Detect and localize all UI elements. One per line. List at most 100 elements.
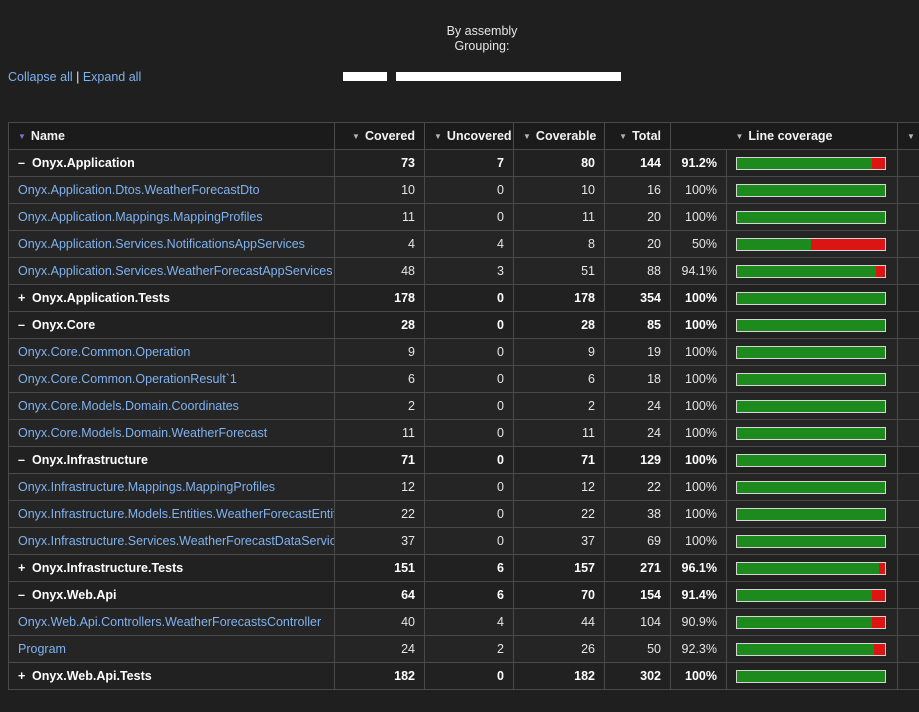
- expand-icon[interactable]: +: [18, 561, 32, 575]
- class-name-cell: Onyx.Core.Common.Operation: [8, 338, 335, 366]
- coverage-bar-cell: [726, 284, 898, 312]
- uncovered-cell: 0: [424, 176, 514, 204]
- coverage-bar: [736, 534, 886, 548]
- coverage-percent-cell: 100%: [670, 527, 727, 555]
- class-link[interactable]: Onyx.Application.Services.WeatherForecas…: [18, 264, 333, 278]
- assembly-name: Onyx.Core: [32, 318, 96, 332]
- coverage-bar-covered: [737, 454, 885, 466]
- class-link[interactable]: Program: [18, 642, 66, 656]
- coverable-cell: 80: [513, 149, 605, 177]
- class-link[interactable]: Onyx.Application.Dtos.WeatherForecastDto: [18, 183, 260, 197]
- coverage-bar-covered: [737, 427, 885, 439]
- extra-cell: [897, 581, 919, 609]
- coverage-bar-uncovered: [871, 157, 885, 169]
- covered-cell: 37: [334, 527, 425, 555]
- grouping-slider-track[interactable]: [396, 72, 621, 81]
- collapse-icon[interactable]: –: [18, 588, 32, 602]
- covered-cell: 71: [334, 446, 425, 474]
- class-name-cell: Onyx.Core.Models.Domain.WeatherForecast: [8, 419, 335, 447]
- coverage-bar-covered: [737, 400, 885, 412]
- assembly-name-cell: + Onyx.Application.Tests: [8, 284, 335, 312]
- total-cell: 271: [604, 554, 671, 582]
- class-link[interactable]: Onyx.Infrastructure.Mappings.MappingProf…: [18, 480, 275, 494]
- extra-cell: [897, 230, 919, 258]
- collapse-all-link[interactable]: Collapse all: [8, 70, 73, 84]
- coverage-percent-cell: 94.1%: [670, 257, 727, 285]
- class-name-cell: Onyx.Infrastructure.Mappings.MappingProf…: [8, 473, 335, 501]
- assembly-name-cell: – Onyx.Core: [8, 311, 335, 339]
- covered-cell: 11: [334, 203, 425, 231]
- coverage-bar-cell: [726, 311, 898, 339]
- expand-icon[interactable]: +: [18, 291, 32, 305]
- class-link[interactable]: Onyx.Core.Common.OperationResult`1: [18, 372, 237, 386]
- class-link[interactable]: Onyx.Core.Common.Operation: [18, 345, 190, 359]
- coverage-bar-covered: [737, 319, 885, 331]
- extra-cell: [897, 257, 919, 285]
- class-row: Onyx.Core.Common.Operation 9 0 9 19 100%: [8, 338, 919, 366]
- coverage-bar-cell: [726, 608, 898, 636]
- class-row: Onyx.Application.Dtos.WeatherForecastDto…: [8, 176, 919, 204]
- covered-cell: 22: [334, 500, 425, 528]
- total-cell: 19: [604, 338, 671, 366]
- grouping-slider-handle[interactable]: [343, 72, 387, 81]
- extra-cell: [897, 203, 919, 231]
- coverage-bar-cell: [726, 149, 898, 177]
- class-link[interactable]: Onyx.Core.Models.Domain.Coordinates: [18, 399, 239, 413]
- coverage-percent-cell: 100%: [670, 473, 727, 501]
- class-link[interactable]: Onyx.Infrastructure.Services.WeatherFore…: [18, 534, 334, 548]
- coverage-percent-cell: 50%: [670, 230, 727, 258]
- coverage-bar-covered: [737, 346, 885, 358]
- collapse-icon[interactable]: –: [18, 318, 32, 332]
- coverable-cell: 70: [513, 581, 605, 609]
- coverage-bar-covered: [737, 643, 874, 655]
- sort-icon: ▼: [735, 132, 744, 141]
- coverage-bar-cell: [726, 419, 898, 447]
- coverage-bar: [736, 561, 886, 575]
- covered-cell: 48: [334, 257, 425, 285]
- class-row: Onyx.Infrastructure.Mappings.MappingProf…: [8, 473, 919, 501]
- coverable-cell: 178: [513, 284, 605, 312]
- column-header-name[interactable]: ▼ Name: [8, 122, 335, 150]
- covered-cell: 6: [334, 365, 425, 393]
- column-header-extra[interactable]: ▼: [897, 122, 919, 150]
- column-header-line-coverage[interactable]: ▼ Line coverage: [670, 122, 898, 150]
- assembly-row: – Onyx.Web.Api 64 6 70 154 91.4%: [8, 581, 919, 609]
- coverable-cell: 44: [513, 608, 605, 636]
- total-cell: 38: [604, 500, 671, 528]
- coverage-bar-cell: [726, 500, 898, 528]
- coverage-percent-cell: 100%: [670, 284, 727, 312]
- covered-cell: 24: [334, 635, 425, 663]
- coverable-cell: 182: [513, 662, 605, 690]
- total-cell: 88: [604, 257, 671, 285]
- extra-cell: [897, 446, 919, 474]
- uncovered-cell: 0: [424, 473, 514, 501]
- covered-cell: 182: [334, 662, 425, 690]
- class-link[interactable]: Onyx.Infrastructure.Models.Entities.Weat…: [18, 507, 334, 521]
- class-name-cell: Onyx.Infrastructure.Models.Entities.Weat…: [8, 500, 335, 528]
- assembly-name: Onyx.Web.Api: [32, 588, 117, 602]
- assembly-row: + Onyx.Infrastructure.Tests 151 6 157 271 96.1…: [8, 554, 919, 582]
- class-row: Onyx.Infrastructure.Models.Entities.Weat…: [8, 500, 919, 528]
- coverage-percent-cell: 91.4%: [670, 581, 727, 609]
- coverable-cell: 22: [513, 500, 605, 528]
- column-header-uncovered[interactable]: ▼ Uncovered: [424, 122, 514, 150]
- class-link[interactable]: Onyx.Application.Services.NotificationsA…: [18, 237, 305, 251]
- total-cell: 129: [604, 446, 671, 474]
- column-header-coverable[interactable]: ▼ Coverable: [513, 122, 605, 150]
- expand-icon[interactable]: +: [18, 669, 32, 683]
- column-header-covered[interactable]: ▼ Covered: [334, 122, 425, 150]
- extra-cell: [897, 608, 919, 636]
- coverage-bar: [736, 210, 886, 224]
- class-link[interactable]: Onyx.Core.Models.Domain.WeatherForecast: [18, 426, 267, 440]
- class-link[interactable]: Onyx.Application.Mappings.MappingProfile…: [18, 210, 263, 224]
- column-header-total[interactable]: ▼ Total: [604, 122, 671, 150]
- covered-cell: 2: [334, 392, 425, 420]
- coverage-bar-covered: [737, 238, 811, 250]
- collapse-icon[interactable]: –: [18, 453, 32, 467]
- coverable-cell: 26: [513, 635, 605, 663]
- total-cell: 20: [604, 230, 671, 258]
- coverage-bar-uncovered: [872, 589, 885, 601]
- class-link[interactable]: Onyx.Web.Api.Controllers.WeatherForecast…: [18, 615, 321, 629]
- expand-all-link[interactable]: Expand all: [83, 70, 141, 84]
- collapse-icon[interactable]: –: [18, 156, 32, 170]
